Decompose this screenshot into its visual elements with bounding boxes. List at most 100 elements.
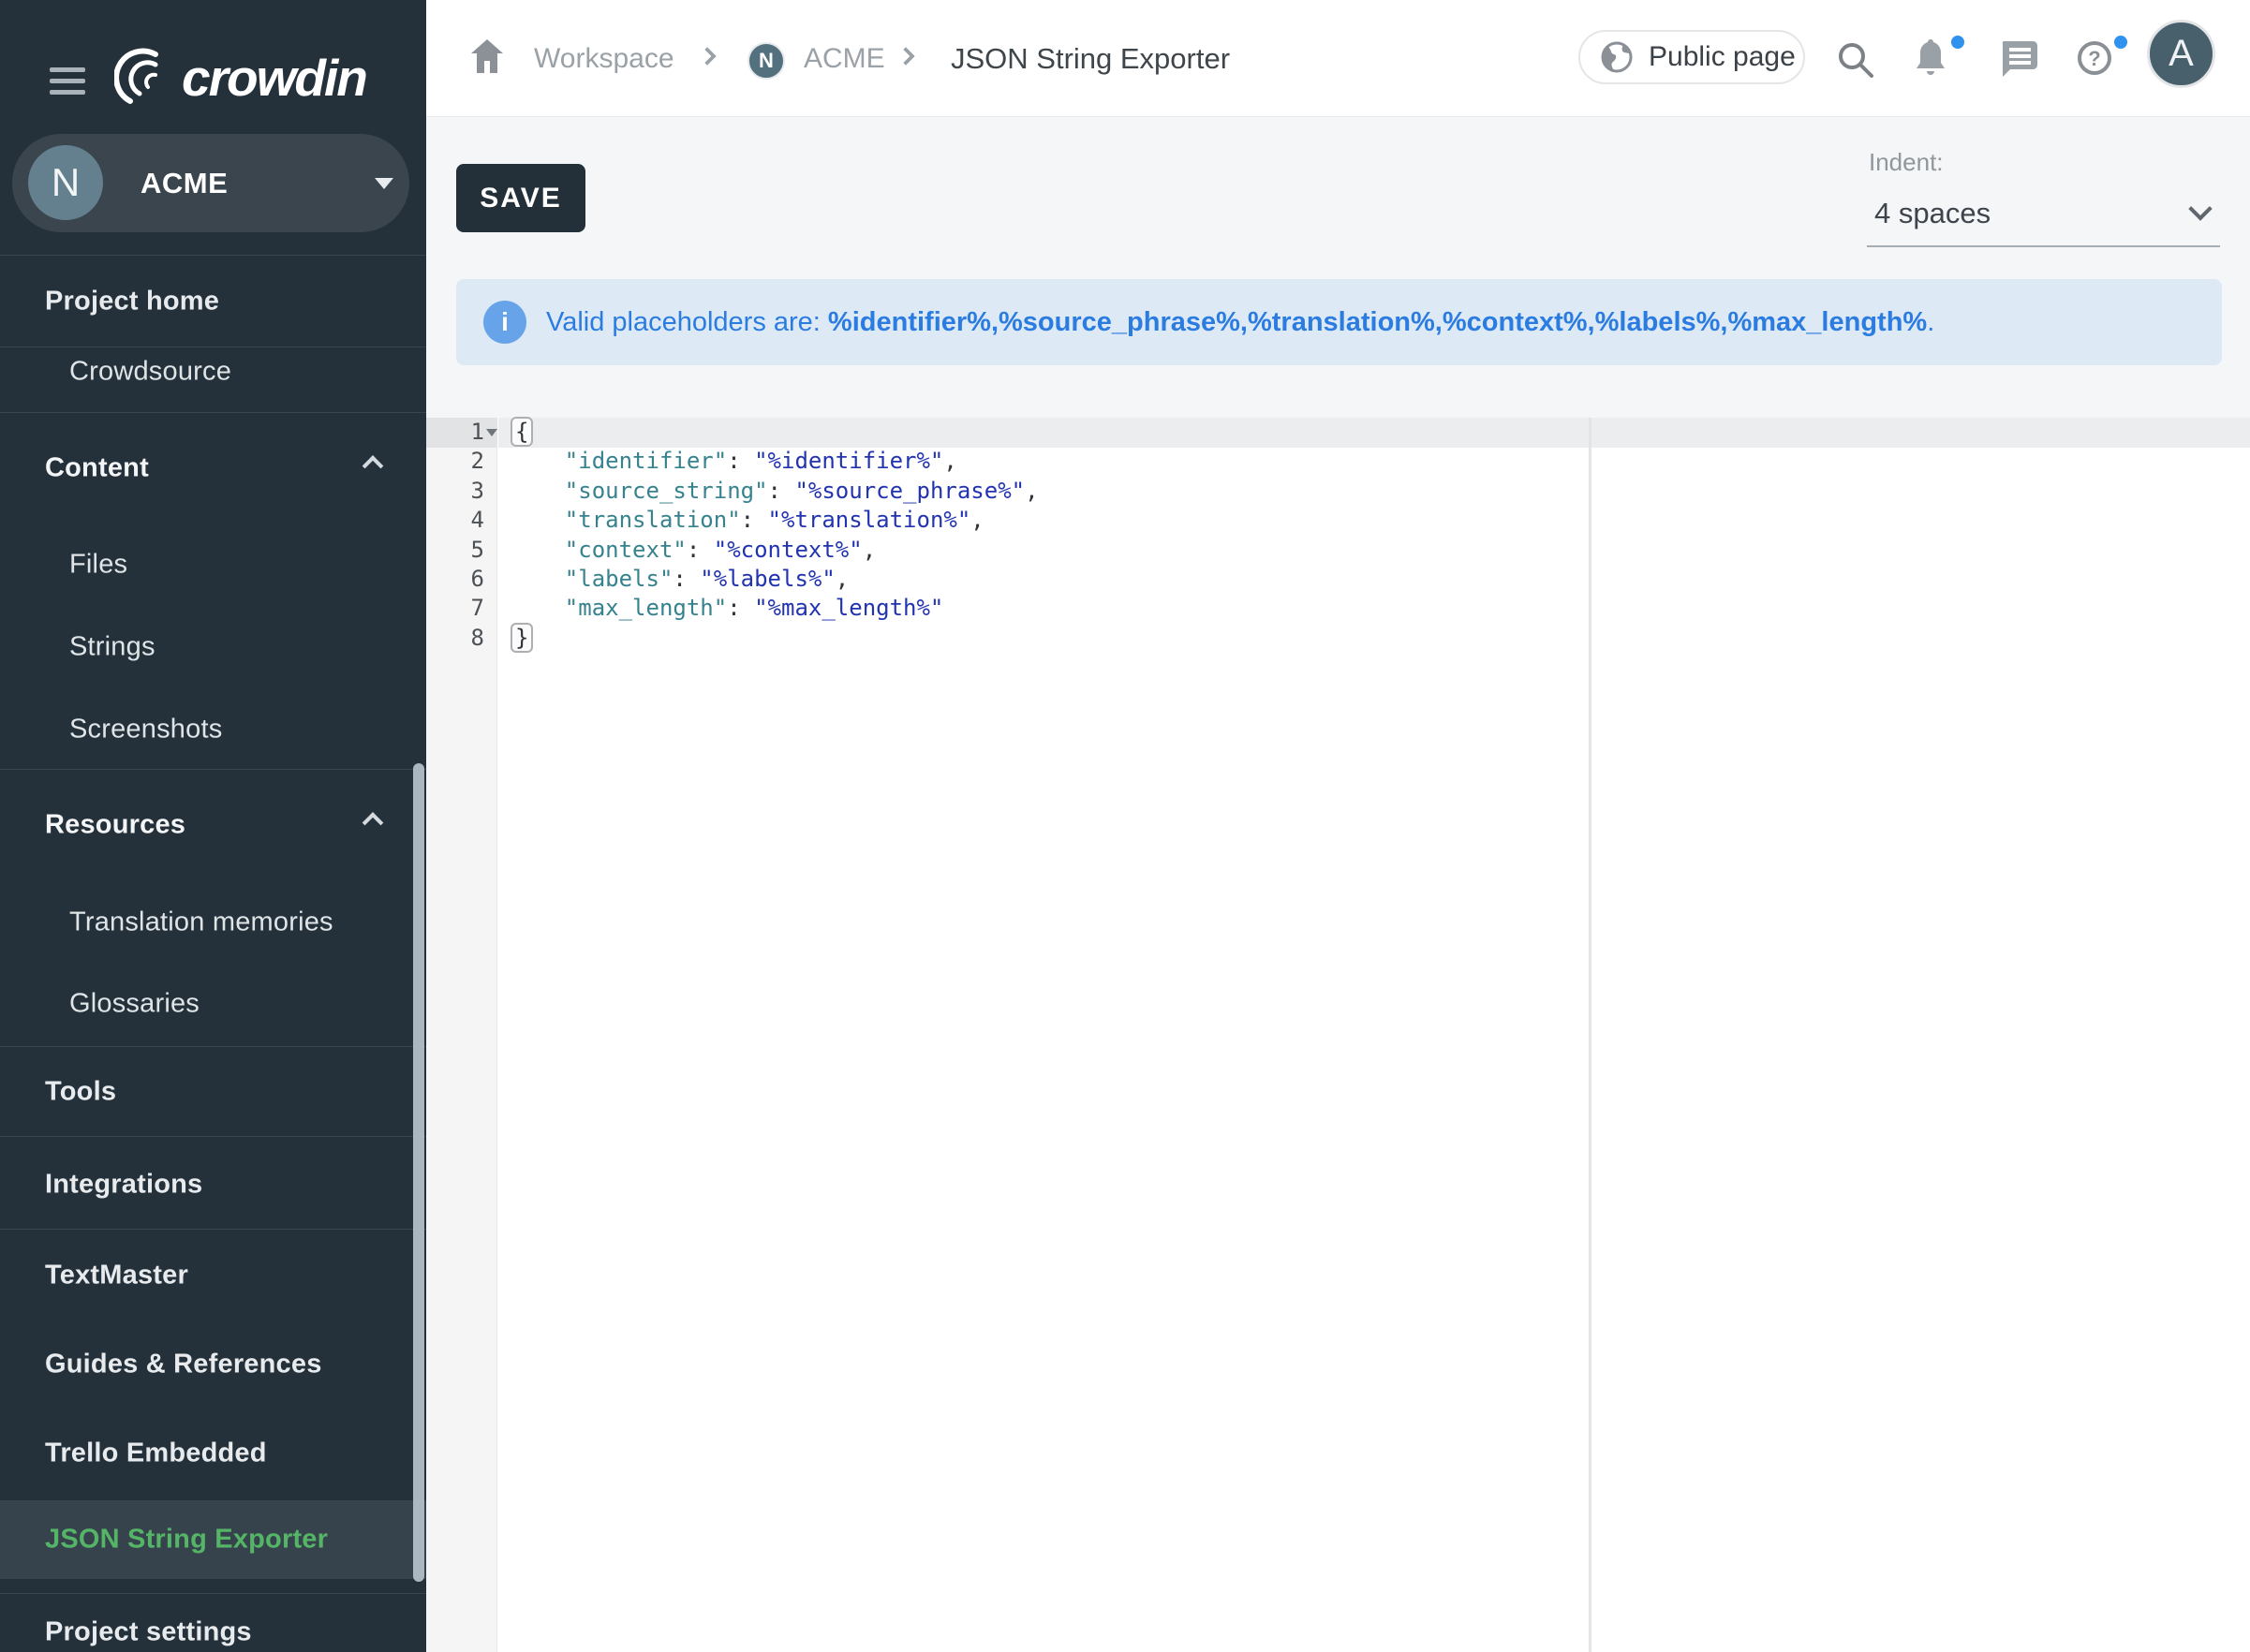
sidebar-item-guides-references[interactable]: Guides & References bbox=[45, 1350, 322, 1380]
editor-line[interactable]: "source_string": "%source_phrase%", bbox=[511, 477, 1039, 507]
code-token-plain: : bbox=[741, 507, 768, 533]
code-token-plain: : bbox=[768, 478, 795, 504]
info-banner: i Valid placeholders are: %identifier%, … bbox=[456, 279, 2222, 365]
top-header: Workspace N ACME JSON String Exporter Pu… bbox=[426, 0, 2250, 117]
breadcrumb-workspace[interactable]: Workspace bbox=[534, 0, 674, 117]
sidebar-item-translation-memories[interactable]: Translation memories bbox=[69, 907, 333, 938]
sidebar-item-label: Resources bbox=[45, 810, 185, 840]
sidebar-scrollbar-thumb[interactable] bbox=[413, 763, 424, 1582]
sidebar-item-label: Project home bbox=[45, 287, 219, 317]
code-token-plain bbox=[511, 448, 565, 474]
chevron-right-icon bbox=[896, 47, 915, 66]
indent-label: Indent: bbox=[1869, 148, 1944, 177]
sidebar-item-label: Files bbox=[69, 550, 127, 580]
sidebar-nav: Project home Crowdsource Content Files Strin… bbox=[0, 0, 426, 1652]
code-token-key: "labels" bbox=[565, 566, 674, 592]
sidebar-item-project-home[interactable]: Project home bbox=[45, 287, 219, 317]
breadcrumb-page-title: JSON String Exporter bbox=[951, 0, 1230, 117]
sidebar-item-textmaster[interactable]: TextMaster bbox=[45, 1261, 188, 1291]
sidebar-item-label: TextMaster bbox=[45, 1261, 188, 1291]
chevron-up-icon bbox=[363, 812, 384, 833]
chevron-right-icon bbox=[698, 47, 717, 66]
placeholder-token: %labels%, bbox=[1595, 307, 1728, 338]
editor-line[interactable]: { bbox=[511, 418, 533, 448]
code-token-plain: , bbox=[836, 566, 849, 592]
line-number[interactable]: 7 bbox=[426, 594, 484, 623]
code-editor[interactable]: 12345678 { "identifier": "%identifier%",… bbox=[426, 418, 2250, 1652]
code-token-key: "identifier" bbox=[565, 448, 727, 474]
code-token-brace: } bbox=[511, 623, 533, 653]
sidebar-item-label: Guides & References bbox=[45, 1350, 322, 1379]
line-number[interactable]: 5 bbox=[426, 536, 484, 565]
placeholder-token: %max_length% bbox=[1727, 307, 1927, 338]
line-number[interactable]: 1 bbox=[426, 418, 484, 447]
editor-line[interactable]: "labels": "%labels%", bbox=[511, 565, 849, 595]
nav-divider bbox=[0, 1593, 426, 1594]
sidebar-item-resources[interactable]: Resources bbox=[45, 810, 185, 841]
notifications-bell-icon[interactable] bbox=[1914, 37, 1947, 79]
nav-divider bbox=[0, 1046, 426, 1047]
sidebar-item-integrations[interactable]: Integrations bbox=[45, 1170, 202, 1201]
code-token-plain bbox=[511, 478, 565, 504]
search-icon[interactable] bbox=[1838, 42, 1873, 78]
code-token-key: "translation" bbox=[565, 507, 741, 533]
sidebar-item-label: Translation memories bbox=[69, 907, 333, 937]
code-token-plain: , bbox=[943, 448, 956, 474]
public-page-label: Public page bbox=[1649, 41, 1796, 73]
line-number[interactable]: 6 bbox=[426, 565, 484, 594]
fold-caret-icon[interactable] bbox=[486, 429, 497, 436]
public-page-button[interactable]: Public page bbox=[1578, 30, 1805, 84]
editor-line[interactable]: "max_length": "%max_length%" bbox=[511, 594, 943, 624]
line-number[interactable]: 2 bbox=[426, 447, 484, 476]
placeholder-token: %identifier%, bbox=[828, 307, 999, 338]
save-button[interactable]: SAVE bbox=[456, 164, 585, 232]
svg-text:?: ? bbox=[2088, 47, 2100, 70]
sidebar-item-screenshots[interactable]: Screenshots bbox=[69, 715, 222, 745]
breadcrumb-project[interactable]: ACME bbox=[804, 0, 885, 117]
line-number[interactable]: 3 bbox=[426, 477, 484, 506]
indent-select[interactable]: 4 spaces bbox=[1867, 184, 2220, 247]
globe-icon bbox=[1601, 41, 1633, 73]
editor-line[interactable]: "identifier": "%identifier%", bbox=[511, 447, 957, 477]
code-token-plain bbox=[511, 537, 565, 563]
code-token-plain: : bbox=[673, 566, 700, 592]
placeholder-token: %source_phrase%, bbox=[999, 307, 1248, 338]
sidebar-item-tools[interactable]: Tools bbox=[45, 1077, 116, 1108]
sidebar-item-label: Screenshots bbox=[69, 715, 222, 745]
sidebar-item-content[interactable]: Content bbox=[45, 453, 149, 484]
sidebar: crowdin N ACME Project homeCrowdsourceCo… bbox=[0, 0, 426, 1652]
placeholder-token: %translation%, bbox=[1248, 307, 1443, 338]
code-token-plain bbox=[511, 507, 565, 533]
code-token-str: "%source_phrase%" bbox=[794, 478, 1025, 504]
messages-icon[interactable] bbox=[1999, 39, 2038, 79]
code-token-key: "source_string" bbox=[565, 478, 768, 504]
editor-ruler-line bbox=[1589, 418, 1591, 1652]
code-token-str: "%context%" bbox=[714, 537, 863, 563]
sidebar-item-project-settings[interactable]: Project settings bbox=[45, 1617, 252, 1648]
sidebar-item-glossaries[interactable]: Glossaries bbox=[69, 989, 200, 1020]
sidebar-item-label: Glossaries bbox=[69, 989, 200, 1019]
code-token-str: "%labels%" bbox=[700, 566, 836, 592]
nav-divider bbox=[0, 255, 426, 256]
sidebar-item-json-string-exporter[interactable]: JSON String Exporter bbox=[45, 1525, 328, 1556]
line-number[interactable]: 8 bbox=[426, 624, 484, 653]
help-icon[interactable]: ? bbox=[2077, 40, 2112, 76]
nav-divider bbox=[0, 412, 426, 413]
home-icon[interactable] bbox=[470, 38, 504, 74]
breadcrumb-project-avatar[interactable]: N bbox=[748, 42, 785, 80]
indent-selected-value: 4 spaces bbox=[1874, 197, 1991, 230]
editor-line[interactable]: "context": "%context%", bbox=[511, 536, 876, 566]
code-token-brace: { bbox=[511, 417, 533, 447]
sidebar-item-files[interactable]: Files bbox=[69, 550, 127, 581]
line-number[interactable]: 4 bbox=[426, 506, 484, 535]
code-token-plain bbox=[511, 566, 565, 592]
editor-line[interactable]: } bbox=[511, 624, 533, 654]
banner-text: Valid placeholders are: %identifier%, %s… bbox=[546, 279, 1934, 365]
editor-line[interactable]: "translation": "%translation%", bbox=[511, 506, 984, 536]
sidebar-item-label: Tools bbox=[45, 1077, 116, 1107]
sidebar-item-crowdsource[interactable]: Crowdsource bbox=[69, 357, 231, 388]
notifications-unread-badge bbox=[1948, 33, 1967, 52]
sidebar-item-trello-embedded[interactable]: Trello Embedded bbox=[45, 1438, 267, 1469]
user-avatar[interactable]: A bbox=[2147, 20, 2215, 88]
sidebar-item-strings[interactable]: Strings bbox=[69, 632, 155, 663]
